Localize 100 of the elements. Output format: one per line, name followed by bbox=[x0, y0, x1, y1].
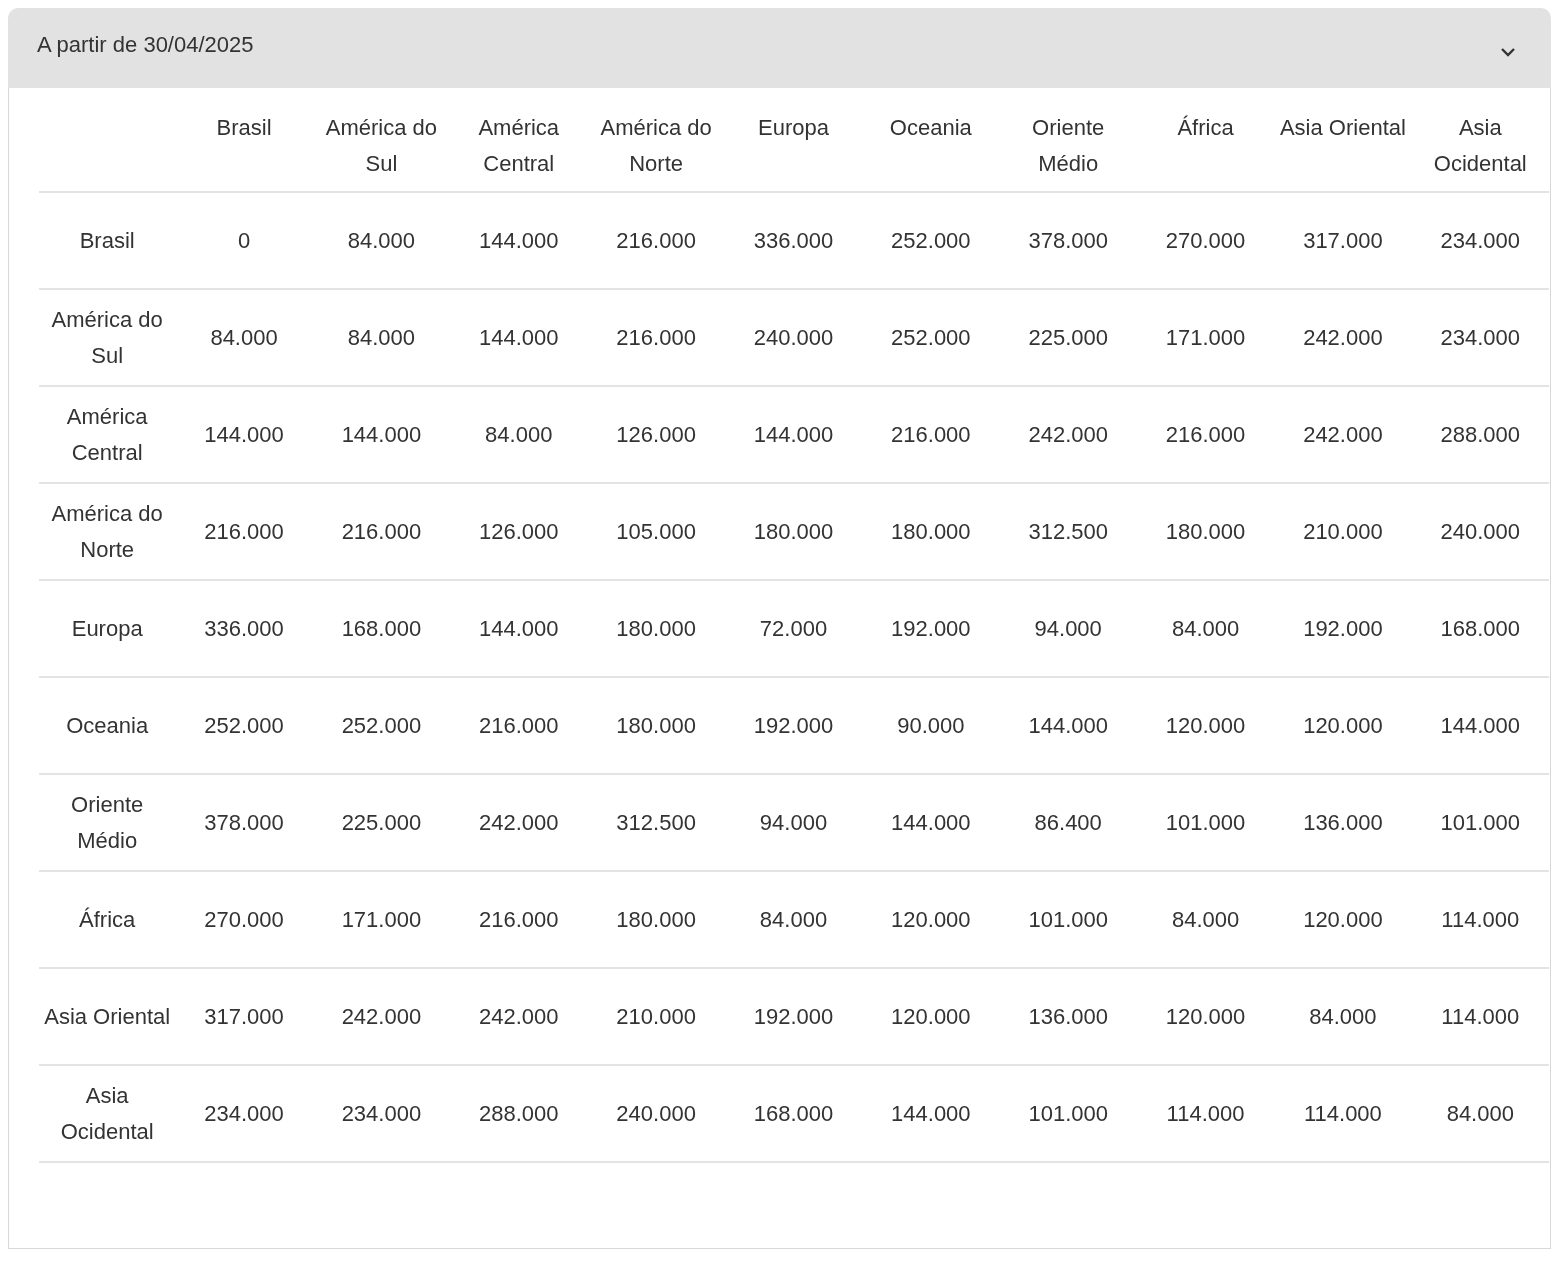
column-header: América do Norte bbox=[587, 110, 725, 192]
column-header: Oriente Médio bbox=[999, 110, 1137, 192]
table-cell: 252.000 bbox=[862, 289, 1000, 386]
table-cell: 180.000 bbox=[587, 871, 725, 968]
table-cell: 242.000 bbox=[312, 968, 451, 1065]
table-cell: 216.000 bbox=[450, 677, 588, 774]
table-cell: 114.000 bbox=[1411, 871, 1549, 968]
table-cell: 144.000 bbox=[175, 386, 313, 483]
table-cell: 252.000 bbox=[312, 677, 451, 774]
table-cell: 288.000 bbox=[1411, 386, 1549, 483]
table-cell: 240.000 bbox=[724, 289, 863, 386]
table-cell: 101.000 bbox=[999, 1065, 1137, 1162]
table-cell: 101.000 bbox=[1411, 774, 1549, 871]
column-header: Europa bbox=[724, 110, 863, 192]
table-cell: 0 bbox=[175, 192, 313, 289]
table-cell: 144.000 bbox=[999, 677, 1137, 774]
table-cell: 216.000 bbox=[862, 386, 1000, 483]
row-header: Brasil bbox=[39, 192, 176, 289]
table-cell: 84.000 bbox=[1136, 580, 1275, 677]
row-header: Europa bbox=[39, 580, 176, 677]
table-cell: 84.000 bbox=[450, 386, 588, 483]
accordion-header[interactable]: A partir de 30/04/2025 bbox=[8, 8, 1551, 88]
table-cell: 252.000 bbox=[862, 192, 1000, 289]
table-cell: 171.000 bbox=[312, 871, 451, 968]
table-cell: 144.000 bbox=[724, 386, 863, 483]
table-cell: 234.000 bbox=[1411, 192, 1549, 289]
row-header: Asia Ocidental bbox=[39, 1065, 176, 1162]
table-cell: 317.000 bbox=[1274, 192, 1412, 289]
row-header: Oceania bbox=[39, 677, 176, 774]
table-cell: 120.000 bbox=[862, 968, 1000, 1065]
table-cell: 144.000 bbox=[450, 192, 588, 289]
table-cell: 84.000 bbox=[312, 192, 451, 289]
table-cell: 242.000 bbox=[450, 968, 588, 1065]
table-cell: 144.000 bbox=[1411, 677, 1549, 774]
table-cell: 120.000 bbox=[1136, 968, 1275, 1065]
table-cell: 168.000 bbox=[1411, 580, 1549, 677]
table-cell: 120.000 bbox=[1274, 871, 1412, 968]
table-cell: 192.000 bbox=[862, 580, 1000, 677]
accordion-title: A partir de 30/04/2025 bbox=[37, 32, 254, 58]
table-cell: 84.000 bbox=[1411, 1065, 1549, 1162]
table-cell: 240.000 bbox=[587, 1065, 725, 1162]
table-cell: 225.000 bbox=[312, 774, 451, 871]
column-header: África bbox=[1136, 110, 1275, 192]
table-cell: 180.000 bbox=[587, 677, 725, 774]
table-cell: 126.000 bbox=[450, 483, 588, 580]
row-header: América Central bbox=[39, 386, 176, 483]
table-cell: 216.000 bbox=[587, 192, 725, 289]
table-cell: 126.000 bbox=[587, 386, 725, 483]
table-cell: 180.000 bbox=[724, 483, 863, 580]
row-header: Oriente Médio bbox=[39, 774, 176, 871]
table-cell: 144.000 bbox=[862, 1065, 1000, 1162]
row-header: África bbox=[39, 871, 176, 968]
table-cell: 84.000 bbox=[312, 289, 451, 386]
table-cell: 270.000 bbox=[175, 871, 313, 968]
table-cell: 84.000 bbox=[724, 871, 863, 968]
column-header: América Central bbox=[450, 110, 588, 192]
table-cell: 171.000 bbox=[1136, 289, 1275, 386]
table-cell: 180.000 bbox=[862, 483, 1000, 580]
chevron-icon bbox=[1499, 46, 1517, 58]
table-cell: 336.000 bbox=[724, 192, 863, 289]
table-cell: 216.000 bbox=[450, 871, 588, 968]
table-cell: 270.000 bbox=[1136, 192, 1275, 289]
table-cell: 336.000 bbox=[175, 580, 313, 677]
table-cell: 378.000 bbox=[175, 774, 313, 871]
table-cell: 136.000 bbox=[1274, 774, 1412, 871]
table-cell: 101.000 bbox=[1136, 774, 1275, 871]
table-cell: 90.000 bbox=[862, 677, 1000, 774]
table-cell: 216.000 bbox=[312, 483, 451, 580]
table-cell: 288.000 bbox=[450, 1065, 588, 1162]
table-cell: 114.000 bbox=[1136, 1065, 1275, 1162]
column-header: Brasil bbox=[175, 110, 313, 192]
table-cell: 114.000 bbox=[1411, 968, 1549, 1065]
table-cell: 192.000 bbox=[724, 968, 863, 1065]
table-cell: 378.000 bbox=[999, 192, 1137, 289]
table-cell: 144.000 bbox=[312, 386, 451, 483]
table-cell: 216.000 bbox=[175, 483, 313, 580]
column-header: Asia Ocidental bbox=[1411, 110, 1549, 192]
table-cell: 84.000 bbox=[1136, 871, 1275, 968]
table-cell: 216.000 bbox=[587, 289, 725, 386]
table-cell: 168.000 bbox=[312, 580, 451, 677]
table-cell: 144.000 bbox=[862, 774, 1000, 871]
column-header: América do Sul bbox=[312, 110, 451, 192]
column-header: Asia Oriental bbox=[1274, 110, 1412, 192]
table-cell: 242.000 bbox=[450, 774, 588, 871]
table-cell: 120.000 bbox=[1274, 677, 1412, 774]
table-cell: 84.000 bbox=[175, 289, 313, 386]
table-cell: 242.000 bbox=[999, 386, 1137, 483]
table-cell: 312.500 bbox=[587, 774, 725, 871]
table-cell: 101.000 bbox=[999, 871, 1137, 968]
table-cell: 252.000 bbox=[175, 677, 313, 774]
table-cell: 192.000 bbox=[724, 677, 863, 774]
table-cell: 136.000 bbox=[999, 968, 1137, 1065]
table-cell: 216.000 bbox=[1136, 386, 1275, 483]
table-cell: 312.500 bbox=[999, 483, 1137, 580]
table-cell: 120.000 bbox=[1136, 677, 1275, 774]
table-cell: 317.000 bbox=[175, 968, 313, 1065]
table-cell: 84.000 bbox=[1274, 968, 1412, 1065]
table-cell: 240.000 bbox=[1411, 483, 1549, 580]
table-cell: 180.000 bbox=[587, 580, 725, 677]
table-cell: 225.000 bbox=[999, 289, 1137, 386]
